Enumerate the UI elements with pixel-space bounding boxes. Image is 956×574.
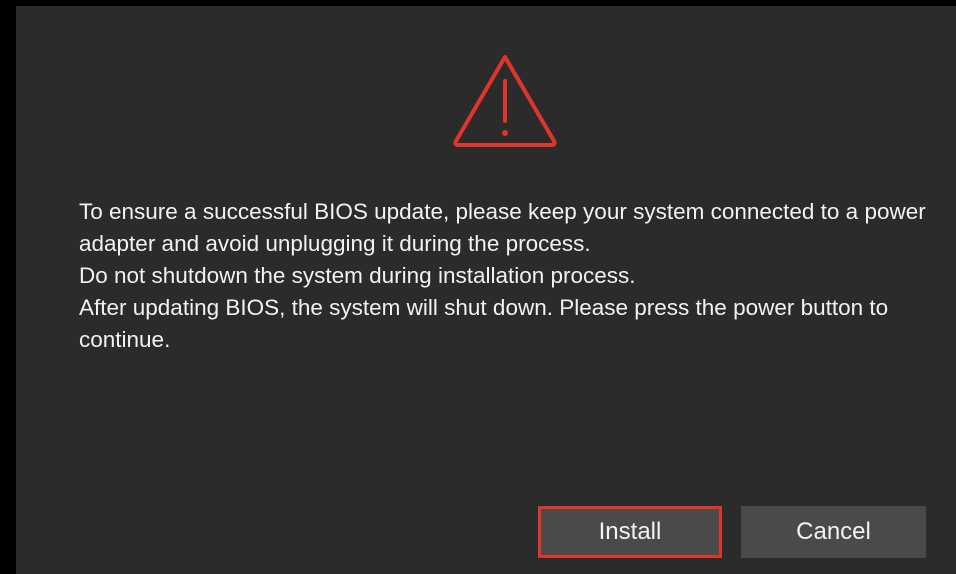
message-power-adapter: To ensure a successful BIOS update, plea…: [79, 199, 926, 256]
warning-triangle-icon: [450, 51, 560, 149]
warning-message: To ensure a successful BIOS update, plea…: [79, 196, 939, 356]
install-button[interactable]: Install: [538, 506, 722, 558]
message-do-not-shutdown: Do not shutdown the system during instal…: [79, 263, 636, 288]
bios-update-dialog: To ensure a successful BIOS update, plea…: [16, 6, 956, 574]
message-after-update: After updating BIOS, the system will shu…: [79, 295, 889, 352]
cancel-button[interactable]: Cancel: [741, 506, 926, 558]
